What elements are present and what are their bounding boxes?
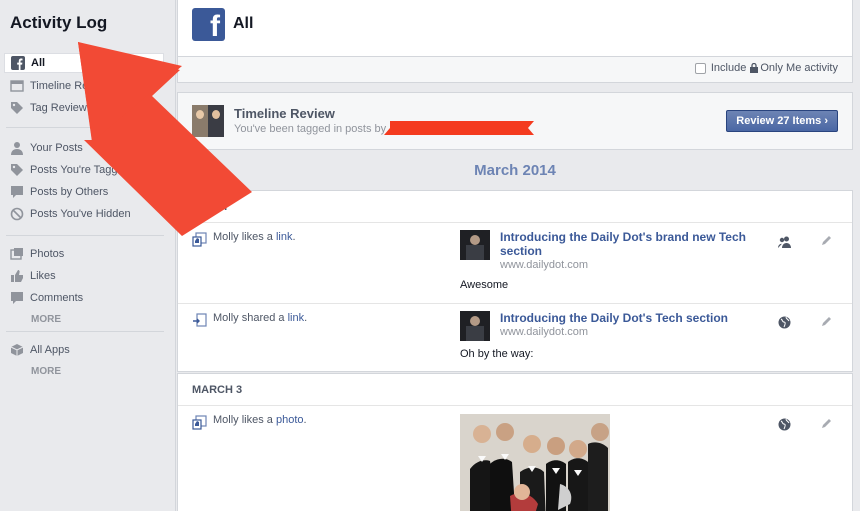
facebook-icon (11, 56, 25, 70)
like-story-icon (192, 415, 207, 430)
entry-comment: Oh by the way: (460, 348, 534, 360)
photos-icon (10, 247, 24, 261)
liked-photo[interactable] (460, 414, 610, 511)
sidebar-item-label: Timeline Review (30, 80, 111, 92)
sidebar-item-label: All (31, 57, 46, 69)
share-story-icon (192, 313, 207, 328)
activity-text: Molly likes a photo. (213, 414, 307, 426)
friends-icon[interactable] (778, 235, 791, 248)
day-card-march-3: MARCH 3 Molly likes a photo. (177, 373, 853, 511)
link-thumbnail[interactable] (460, 311, 490, 341)
review-items-button[interactable]: Review 27 Items › (726, 110, 838, 132)
sidebar-item-label: Posts You're Tagged In (30, 164, 142, 176)
link-title[interactable]: Introducing the Daily Dot's brand new Te… (500, 230, 760, 258)
link-title[interactable]: Introducing the Daily Dot's Tech section (500, 311, 760, 325)
object-link[interactable]: link (288, 312, 305, 324)
hidden-icon (10, 207, 24, 221)
review-subtitle: You've been tagged in posts by (234, 123, 387, 135)
sidebar-item-all[interactable]: All (4, 53, 164, 73)
timeline-icon (10, 79, 24, 93)
activity-text: Molly shared a link. (213, 312, 308, 324)
link-thumbnail[interactable] (460, 230, 490, 260)
tag-icon (10, 163, 24, 177)
sidebar-item-label: Likes (30, 270, 56, 282)
include-only-me-toggle[interactable]: Include Only Me activity (694, 62, 838, 74)
filter-bar: Include Only Me activity (177, 57, 853, 83)
sidebar-item-label: Posts by Others (30, 186, 109, 198)
sidebar-item-label: Tag Review (30, 102, 87, 114)
like-story-icon (192, 232, 207, 247)
sidebar-item-likes[interactable]: Likes (4, 266, 164, 286)
like-icon (10, 269, 24, 283)
divider (6, 235, 164, 236)
facebook-logo-icon: f (192, 8, 225, 43)
more-link[interactable]: MORE (31, 366, 61, 377)
sidebar-item-comments[interactable]: Comments (4, 288, 164, 308)
globe-icon[interactable] (778, 418, 791, 431)
day-card-today: TODAY Molly likes a link. Introducing th… (177, 190, 853, 372)
tagged-photo-thumbnail (192, 105, 224, 137)
sidebar-item-label: Comments (30, 292, 84, 304)
sidebar-item-posts-by-others[interactable]: Posts by Others (4, 182, 164, 202)
sidebar-item-label: Photos (30, 248, 65, 260)
divider (6, 331, 164, 332)
sidebar-item-tag-review[interactable]: Tag Review (4, 98, 164, 118)
sidebar-item-timeline-review[interactable]: Timeline Review (4, 76, 164, 96)
sidebar-item-all-apps[interactable]: All Apps (4, 340, 164, 360)
only-me-label: Only Me activity (760, 62, 838, 74)
activity-entry: Molly likes a link. Introducing the Dail… (178, 223, 852, 304)
apps-icon (10, 343, 24, 357)
sidebar-item-label: All Apps (30, 344, 70, 356)
activity-text: Molly likes a link. (213, 231, 296, 243)
sidebar-item-posts-hidden[interactable]: Posts You've Hidden (4, 204, 164, 224)
object-link[interactable]: photo (276, 414, 304, 426)
more-link[interactable]: MORE (31, 314, 61, 325)
tag-icon (10, 101, 24, 115)
main-content: f All Include Only Me activity Timeline … (177, 0, 853, 511)
header-title: All (233, 15, 254, 32)
comment-icon (10, 291, 24, 305)
header: f All (177, 0, 853, 57)
sidebar-item-photos[interactable]: Photos (4, 244, 164, 264)
edit-pencil-icon[interactable] (820, 316, 832, 328)
include-checkbox[interactable] (694, 62, 706, 74)
month-heading: March 2014 (474, 162, 556, 179)
sidebar-item-your-posts[interactable]: Your Posts (4, 138, 164, 158)
entry-comment: Awesome (460, 279, 509, 291)
link-url: www.dailydot.com (500, 259, 589, 271)
lock-icon (750, 63, 759, 73)
edit-pencil-icon[interactable] (820, 418, 832, 430)
activity-entry: Molly shared a link. Introducing the Dai… (178, 304, 852, 373)
activity-entry: Molly likes a photo. (178, 406, 852, 511)
redaction-mark (384, 121, 534, 135)
edit-pencil-icon[interactable] (820, 235, 832, 247)
person-icon (10, 141, 24, 155)
review-title: Timeline Review (234, 106, 335, 121)
link-url: www.dailydot.com (500, 326, 589, 338)
page-title: Activity Log (10, 13, 108, 32)
sidebar: Activity Log All Timeline Review Tag Rev… (0, 0, 176, 511)
divider (6, 127, 164, 128)
object-link[interactable]: link (276, 231, 293, 243)
timeline-review-box: Timeline Review You've been tagged in po… (177, 92, 853, 150)
sidebar-item-label: Posts You've Hidden (30, 208, 131, 220)
day-heading: MARCH 3 (178, 374, 852, 406)
sidebar-item-label: Your Posts (30, 142, 83, 154)
speech-icon (10, 185, 24, 199)
day-heading: TODAY (178, 191, 852, 223)
sidebar-item-posts-tagged-in[interactable]: Posts You're Tagged In (4, 160, 164, 180)
include-label: Include (710, 62, 747, 74)
globe-icon[interactable] (778, 316, 791, 329)
